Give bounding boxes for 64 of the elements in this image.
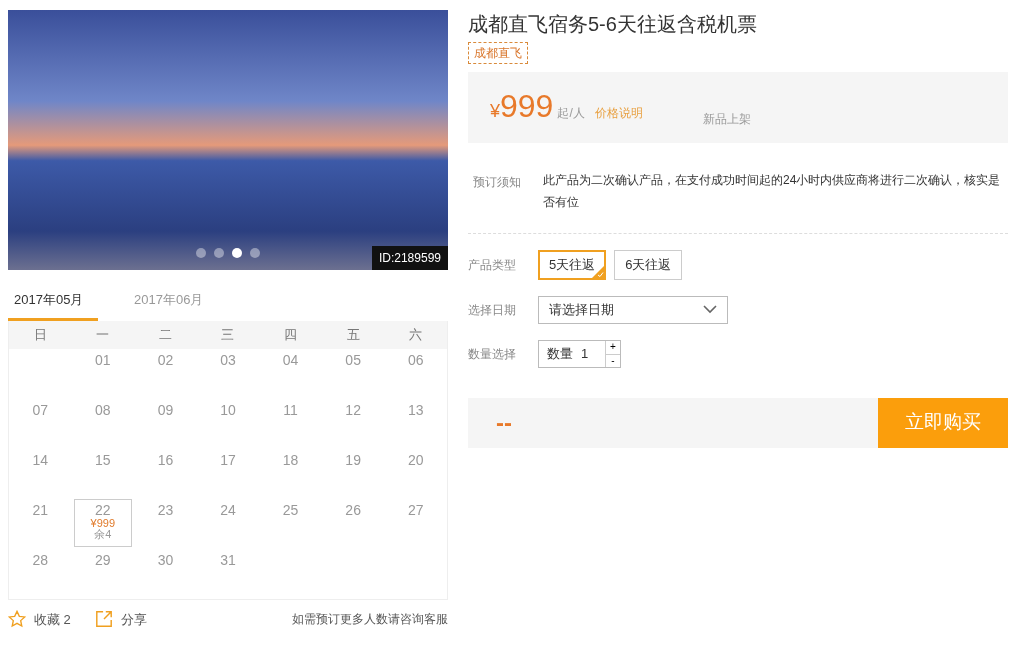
calendar-day: 15	[95, 452, 111, 499]
calendar-day: 16	[157, 452, 174, 499]
product-tag: 成都直飞	[468, 42, 528, 64]
calendar-day: 01	[95, 352, 111, 399]
check-corner-icon	[592, 265, 605, 278]
field-label: 选择日期	[468, 301, 516, 319]
calendar-day: 02	[157, 352, 174, 399]
calendar-day: 24	[220, 502, 236, 549]
calendar-day: 29	[95, 552, 111, 599]
booking-notice: 此产品为二次确认产品，在支付成功时间起的24小时内供应商将进行二次确认，核实是否有位	[543, 172, 1002, 211]
product-type-option[interactable]: 5天往返	[538, 250, 607, 280]
calendar-day: 27	[407, 502, 424, 549]
field-label: 数量选择	[468, 345, 516, 363]
calendar-day: 18	[282, 452, 299, 499]
weekday-label: 六	[408, 325, 424, 344]
weekday-label: 三	[220, 325, 236, 344]
carousel-dot[interactable]	[250, 248, 260, 258]
calendar-day: 20	[407, 452, 424, 499]
calendar-day: 23	[157, 502, 174, 549]
weekday-label: 日	[32, 325, 48, 344]
date-select[interactable]: 请选择日期	[538, 295, 728, 324]
currency-symbol: ¥	[490, 101, 500, 123]
calendar-day: 14	[32, 452, 49, 499]
calendar-day: 09	[157, 402, 174, 449]
id-label: ID:2189599	[371, 246, 448, 270]
contact-hint: 如需预订更多人数请咨询客服	[292, 611, 448, 629]
calendar-day: 06	[407, 352, 424, 399]
calendar-day: 28	[32, 552, 49, 599]
field-label: 预订须知	[473, 174, 521, 191]
calendar-day: 17	[220, 452, 236, 499]
total-price: --	[496, 407, 512, 438]
product-type-option[interactable]: 6天往返	[614, 250, 683, 280]
calendar-day: 13	[407, 402, 424, 449]
calendar-day: 05	[345, 352, 361, 399]
share-icon[interactable]	[94, 610, 113, 629]
calendar-day: 10	[220, 402, 236, 449]
calendar-day: 26	[345, 502, 361, 549]
calendar-day: 07	[32, 402, 49, 449]
carousel-dot[interactable]	[232, 248, 242, 258]
weekday-label: 五	[345, 325, 361, 344]
price-unit: 起/人	[557, 105, 585, 122]
calendar-day: 03	[220, 352, 236, 399]
calendar-day: 08	[95, 402, 111, 449]
chevron-down-icon	[703, 305, 717, 314]
weekday-label: 二	[157, 325, 173, 344]
calendar-day: 12	[345, 402, 361, 449]
weekday-label: 一	[95, 325, 111, 344]
share-link[interactable]: 分享	[120, 609, 147, 629]
calendar-day: 31	[220, 552, 236, 599]
calendar-day: 25	[282, 502, 299, 549]
field-label: 产品类型	[468, 256, 516, 274]
calendar-day: 11	[283, 402, 298, 449]
product-title: 成都直飞宿务5-6天往返含税机票	[468, 12, 758, 36]
price-amount: 999	[500, 90, 554, 122]
carousel-dot[interactable]	[196, 248, 206, 258]
favorite-link[interactable]: 收藏 2	[34, 609, 71, 629]
calendar-day: 21	[32, 502, 49, 549]
carousel-dot[interactable]	[214, 248, 224, 258]
calendar-day: 19	[345, 452, 361, 499]
calendar-day: 04	[282, 352, 299, 399]
new-product-note: 新品上架	[702, 111, 751, 128]
calendar-day: 30	[157, 552, 174, 599]
star-icon[interactable]	[8, 610, 26, 629]
weekday-label: 四	[283, 325, 299, 344]
